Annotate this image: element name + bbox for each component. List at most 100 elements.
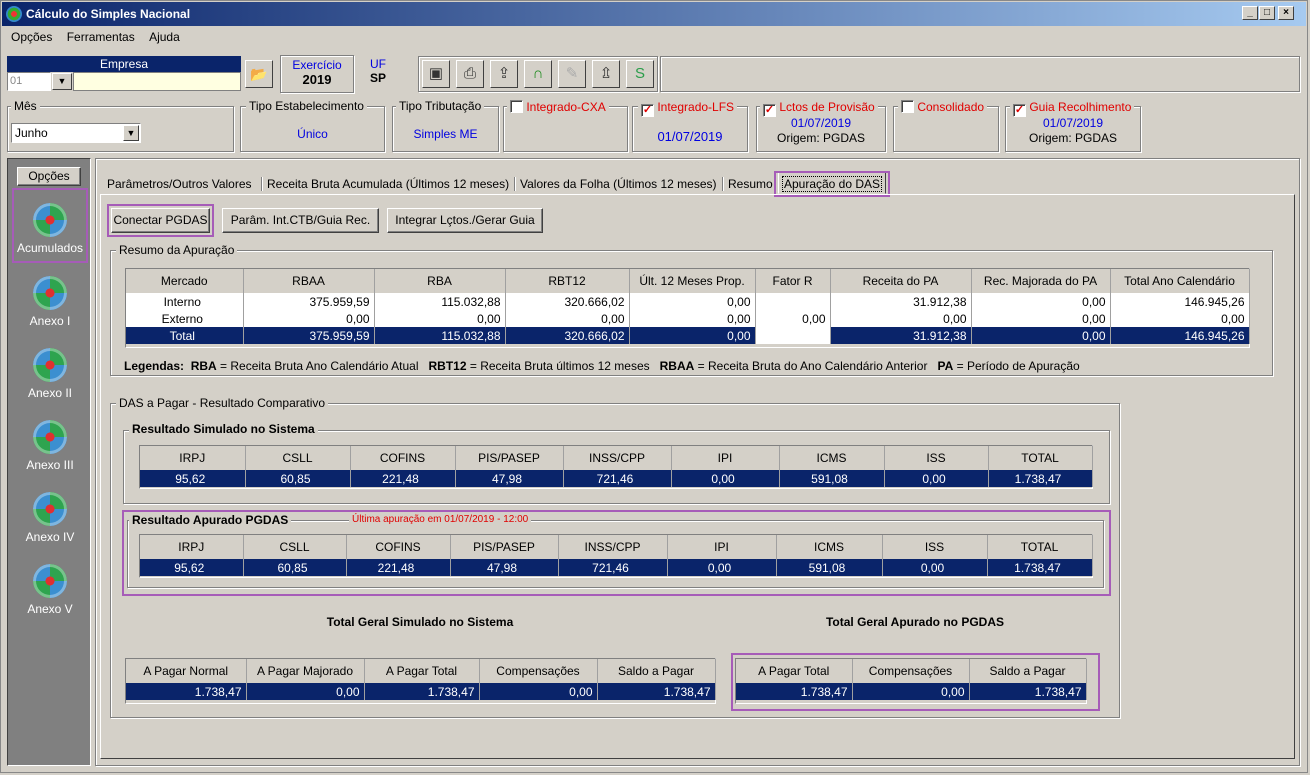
app-icon xyxy=(6,6,22,22)
col-compensacoes: Compensações xyxy=(852,659,970,683)
resumo-legend: Resumo da Apuração xyxy=(116,243,238,257)
tab-resumo[interactable]: Resumo xyxy=(723,173,778,195)
globe-icon xyxy=(33,420,67,454)
simples-button[interactable]: S xyxy=(626,60,654,88)
lctos-provisao-origin: Origem: PGDAS xyxy=(776,131,866,145)
sidebar-item-anexo-i[interactable]: Anexo I xyxy=(13,276,87,328)
tipo-estabelecimento-value: Único xyxy=(297,127,328,141)
table-row-total[interactable]: Total 375.959,59 115.032,88 320.666,02 0,00 3… xyxy=(126,327,1250,344)
down-arrow-icon: ▼ xyxy=(57,76,67,86)
globe-icon xyxy=(33,348,67,382)
col-rbaa: RBAA xyxy=(243,269,375,293)
uf-box: UF SP xyxy=(356,55,400,93)
chevron-down-icon[interactable]: ▼ xyxy=(123,125,139,141)
toolbar-spacer xyxy=(660,56,1300,92)
col-inss: INSS/CPP xyxy=(558,535,668,559)
tipo-tributacao-value: Simples ME xyxy=(413,127,478,141)
col-rbt12: RBT12 xyxy=(505,269,630,293)
lock-button[interactable]: ∩ xyxy=(524,60,552,88)
col-icms: ICMS xyxy=(776,535,883,559)
col-mercado: Mercado xyxy=(126,269,244,293)
send-button[interactable]: ⇫ xyxy=(592,60,620,88)
open-folder-button[interactable]: 📂 xyxy=(245,60,273,88)
table-row[interactable]: Externo 0,00 0,00 0,00 0,00 0,00 0,00 0,00 0,00 xyxy=(126,310,1250,327)
minimize-button[interactable]: _ xyxy=(1242,6,1258,20)
empresa-label: Empresa xyxy=(7,56,241,72)
mes-value: Junho xyxy=(15,126,48,140)
col-pis: PIS/PASEP xyxy=(455,446,564,470)
globe-icon xyxy=(33,492,67,526)
attach-button[interactable]: ✎ xyxy=(558,60,586,88)
empresa-lookup-button[interactable]: ▼ xyxy=(52,73,72,90)
uf-value: SP xyxy=(369,71,386,85)
exercicio-label: Exercício xyxy=(292,58,342,72)
export-button[interactable]: ⇪ xyxy=(490,60,518,88)
parametros-integracao-button[interactable]: Parâm. Int.CTB/Guia Rec. xyxy=(222,208,379,233)
col-a-pagar-normal: A Pagar Normal xyxy=(126,659,247,683)
globe-icon xyxy=(33,564,67,598)
col-rba: RBA xyxy=(374,269,506,293)
consolidado-checkbox[interactable]: Consolidado xyxy=(898,100,988,114)
col-receita-pa: Receita do PA xyxy=(830,269,972,293)
folder-open-icon: 📂 xyxy=(250,66,268,82)
integrar-gerar-guia-button[interactable]: Integrar Lçtos./Gerar Guia xyxy=(387,208,543,233)
menu-ajuda[interactable]: Ajuda xyxy=(149,30,180,44)
col-fator-r: Fator R xyxy=(755,269,831,293)
apurado-table: IRPJ CSLL COFINS PIS/PASEP INSS/CPP IPI ICMS IS… xyxy=(140,535,1093,576)
table-row[interactable]: 1.738,47 0,00 1.738,47 0,00 1.738,47 xyxy=(126,683,716,700)
total-apurado-table: A Pagar Total Compensações Saldo a Pagar 1… xyxy=(736,659,1087,700)
resumo-table: Mercado RBAA RBA RBT12 Últ. 12 Meses Pro… xyxy=(126,269,1250,344)
lctos-provisao-date: 01/07/2019 xyxy=(790,116,852,130)
sidebar-item-anexo-ii[interactable]: Anexo II xyxy=(13,348,87,400)
lctos-provisao-checkbox[interactable]: ✓ Lctos de Provisão xyxy=(760,100,878,117)
integrado-cxa-checkbox[interactable]: Integrado-CXA xyxy=(507,100,609,114)
exercicio-box: Exercício 2019 xyxy=(280,55,354,93)
col-a-pagar-majorado: A Pagar Majorado xyxy=(246,659,365,683)
empresa-code-input[interactable]: 01 xyxy=(7,72,51,91)
send-icon: ⇫ xyxy=(599,65,613,82)
uf-label: UF xyxy=(370,57,386,71)
globe-icon xyxy=(33,276,67,310)
checkbox-unchecked-icon xyxy=(901,100,914,113)
close-button[interactable]: × xyxy=(1278,6,1294,20)
empresa-name-field[interactable] xyxy=(73,72,241,91)
col-cofins: COFINS xyxy=(350,446,456,470)
menu-opcoes[interactable]: Opções xyxy=(11,30,52,44)
table-row[interactable]: 95,62 60,85 221,48 47,98 721,46 0,00 591,08 0,0… xyxy=(140,559,1093,576)
col-total: TOTAL xyxy=(988,446,1093,470)
col-ult12: Últ. 12 Meses Prop. xyxy=(629,269,756,293)
col-csll: CSLL xyxy=(245,446,351,470)
exercicio-value: 2019 xyxy=(302,72,332,87)
col-rec-majorada: Rec. Majorada do PA xyxy=(971,269,1111,293)
table-row[interactable]: Interno 375.959,59 115.032,88 320.666,02 0,0… xyxy=(126,293,1250,310)
window-title: Cálculo do Simples Nacional xyxy=(26,7,191,21)
checkbox-unchecked-icon xyxy=(510,100,523,113)
maximize-button[interactable]: □ xyxy=(1259,6,1275,20)
highlight-conectar xyxy=(107,204,214,237)
sidebar-item-anexo-v[interactable]: Anexo V xyxy=(13,564,87,616)
guia-recolhimento-checkbox[interactable]: ✓ Guia Recolhimento xyxy=(1010,100,1135,117)
guia-recolhimento-origin: Origem: PGDAS xyxy=(1028,131,1118,145)
save-button[interactable]: ▣ xyxy=(422,60,450,88)
integrado-lfs-checkbox[interactable]: ✓ Integrado-LFS xyxy=(638,100,738,117)
col-ipi: IPI xyxy=(671,446,780,470)
col-iss: ISS xyxy=(884,446,989,470)
mes-select[interactable]: Junho ▼ xyxy=(11,123,141,143)
col-a-pagar-total: A Pagar Total xyxy=(364,659,480,683)
sidebar-item-anexo-iii[interactable]: Anexo III xyxy=(13,420,87,472)
sidebar-item-acumulados[interactable]: Acumulados xyxy=(13,203,87,255)
col-irpj: IRPJ xyxy=(140,535,244,559)
tab-parametros[interactable]: Parâmetros/Outros Valores xyxy=(102,173,257,195)
table-row[interactable]: 1.738,47 0,00 1.738,47 xyxy=(736,683,1087,700)
print-button[interactable]: ⎙ xyxy=(456,60,484,88)
sidebar-item-anexo-iv[interactable]: Anexo IV xyxy=(13,492,87,544)
col-a-pagar-total: A Pagar Total xyxy=(736,659,853,683)
tab-receita-bruta[interactable]: Receita Bruta Acumulada (Últimos 12 mese… xyxy=(262,173,514,195)
table-row[interactable]: 95,62 60,85 221,48 47,98 721,46 0,00 591,08 0,0… xyxy=(140,470,1093,487)
tab-valores-folha[interactable]: Valores da Folha (Últimos 12 meses) xyxy=(515,173,722,195)
save-icon: ▣ xyxy=(428,65,444,82)
menu-ferramentas[interactable]: Ferramentas xyxy=(67,30,135,44)
sidebar-header-opcoes[interactable]: Opções xyxy=(17,167,81,186)
col-inss: INSS/CPP xyxy=(563,446,672,470)
checkbox-checked-icon: ✓ xyxy=(641,104,654,117)
